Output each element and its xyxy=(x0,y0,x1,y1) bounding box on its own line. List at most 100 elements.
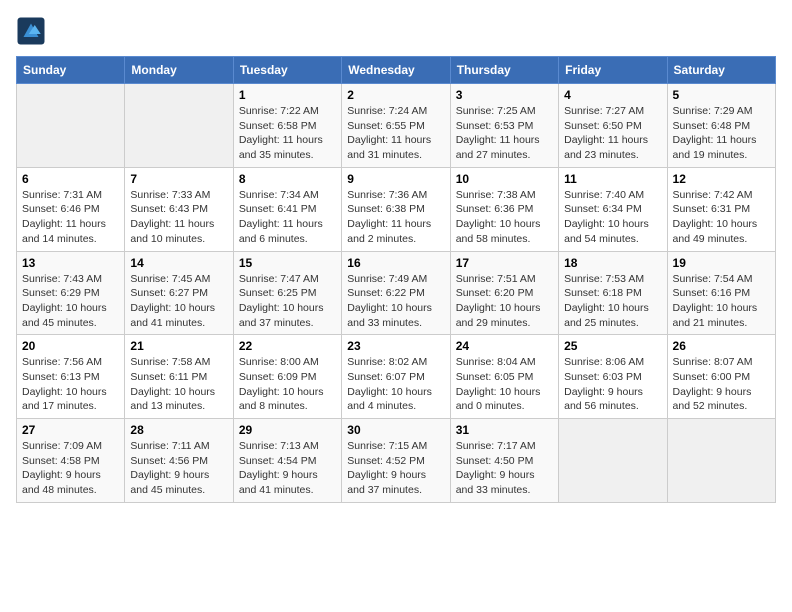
calendar-cell xyxy=(559,419,667,503)
day-detail: Sunrise: 7:09 AM Sunset: 4:58 PM Dayligh… xyxy=(22,439,119,498)
day-number: 27 xyxy=(22,423,119,437)
day-number: 30 xyxy=(347,423,444,437)
day-number: 25 xyxy=(564,339,661,353)
day-number: 17 xyxy=(456,256,553,270)
day-number: 23 xyxy=(347,339,444,353)
day-detail: Sunrise: 7:13 AM Sunset: 4:54 PM Dayligh… xyxy=(239,439,336,498)
day-number: 8 xyxy=(239,172,336,186)
calendar-cell: 21 Sunrise: 7:58 AM Sunset: 6:11 PM Dayli… xyxy=(125,335,233,419)
calendar-cell: 29Sunrise: 7:13 AM Sunset: 4:54 PM Dayli… xyxy=(233,419,341,503)
day-number: 7 xyxy=(130,172,227,186)
day-detail: Sunrise: 7:15 AM Sunset: 4:52 PM Dayligh… xyxy=(347,439,444,498)
calendar-week-row: 13 Sunrise: 7:43 AM Sunset: 6:29 PM Dayli… xyxy=(17,251,776,335)
logo xyxy=(16,16,50,46)
calendar-cell: 14 Sunrise: 7:45 AM Sunset: 6:27 PM Dayli… xyxy=(125,251,233,335)
day-number: 11 xyxy=(564,172,661,186)
day-detail: Sunrise: 7:51 AM Sunset: 6:20 PM Dayligh… xyxy=(456,272,553,331)
calendar-cell: 5 Sunrise: 7:29 AM Sunset: 6:48 PM Daylig… xyxy=(667,84,775,168)
day-detail: Sunrise: 7:49 AM Sunset: 6:22 PM Dayligh… xyxy=(347,272,444,331)
calendar-cell: 13 Sunrise: 7:43 AM Sunset: 6:29 PM Dayli… xyxy=(17,251,125,335)
calendar-cell: 11 Sunrise: 7:40 AM Sunset: 6:34 PM Dayli… xyxy=(559,167,667,251)
calendar-cell: 31 Sunrise: 7:17 AM Sunset: 4:50 PM Dayli… xyxy=(450,419,558,503)
calendar-cell xyxy=(17,84,125,168)
calendar-cell: 22 Sunrise: 8:00 AM Sunset: 6:09 PM Dayli… xyxy=(233,335,341,419)
day-detail: Sunrise: 7:56 AM Sunset: 6:13 PM Dayligh… xyxy=(22,355,119,414)
calendar-week-row: 27 Sunrise: 7:09 AM Sunset: 4:58 PM Dayli… xyxy=(17,419,776,503)
calendar-cell: 3 Sunrise: 7:25 AM Sunset: 6:53 PM Daylig… xyxy=(450,84,558,168)
calendar-cell: 16 Sunrise: 7:49 AM Sunset: 6:22 PM Dayli… xyxy=(342,251,450,335)
weekday-header: Sunday xyxy=(17,57,125,84)
weekday-header: Tuesday xyxy=(233,57,341,84)
day-number: 14 xyxy=(130,256,227,270)
day-detail: Sunrise: 7:40 AM Sunset: 6:34 PM Dayligh… xyxy=(564,188,661,247)
day-number: 3 xyxy=(456,88,553,102)
calendar-cell: 4 Sunrise: 7:27 AM Sunset: 6:50 PM Daylig… xyxy=(559,84,667,168)
calendar-cell: 1 Sunrise: 7:22 AM Sunset: 6:58 PM Daylig… xyxy=(233,84,341,168)
day-detail: Sunrise: 7:47 AM Sunset: 6:25 PM Dayligh… xyxy=(239,272,336,331)
calendar-table: SundayMondayTuesdayWednesdayThursdayFrid… xyxy=(16,56,776,503)
day-detail: Sunrise: 7:43 AM Sunset: 6:29 PM Dayligh… xyxy=(22,272,119,331)
day-number: 15 xyxy=(239,256,336,270)
day-detail: Sunrise: 7:22 AM Sunset: 6:58 PM Dayligh… xyxy=(239,104,336,163)
calendar-body: 1 Sunrise: 7:22 AM Sunset: 6:58 PM Daylig… xyxy=(17,84,776,503)
weekday-header: Saturday xyxy=(667,57,775,84)
day-number: 26 xyxy=(673,339,770,353)
day-detail: Sunrise: 7:31 AM Sunset: 6:46 PM Dayligh… xyxy=(22,188,119,247)
day-detail: Sunrise: 7:25 AM Sunset: 6:53 PM Dayligh… xyxy=(456,104,553,163)
calendar-cell: 20 Sunrise: 7:56 AM Sunset: 6:13 PM Dayli… xyxy=(17,335,125,419)
calendar-week-row: 1 Sunrise: 7:22 AM Sunset: 6:58 PM Daylig… xyxy=(17,84,776,168)
day-number: 21 xyxy=(130,339,227,353)
day-number: 6 xyxy=(22,172,119,186)
day-detail: Sunrise: 7:29 AM Sunset: 6:48 PM Dayligh… xyxy=(673,104,770,163)
page-header xyxy=(16,16,776,46)
calendar-cell: 26 Sunrise: 8:07 AM Sunset: 6:00 PM Dayli… xyxy=(667,335,775,419)
day-number: 4 xyxy=(564,88,661,102)
calendar-cell: 15 Sunrise: 7:47 AM Sunset: 6:25 PM Dayli… xyxy=(233,251,341,335)
calendar-cell xyxy=(125,84,233,168)
day-detail: Sunrise: 7:27 AM Sunset: 6:50 PM Dayligh… xyxy=(564,104,661,163)
day-number: 9 xyxy=(347,172,444,186)
calendar-cell: 30 Sunrise: 7:15 AM Sunset: 4:52 PM Dayli… xyxy=(342,419,450,503)
calendar-cell: 2Sunrise: 7:24 AM Sunset: 6:55 PM Daylig… xyxy=(342,84,450,168)
day-number: 24 xyxy=(456,339,553,353)
day-number: 12 xyxy=(673,172,770,186)
day-number: 5 xyxy=(673,88,770,102)
weekday-header: Friday xyxy=(559,57,667,84)
calendar-cell: 8 Sunrise: 7:34 AM Sunset: 6:41 PM Daylig… xyxy=(233,167,341,251)
day-number: 18 xyxy=(564,256,661,270)
day-detail: Sunrise: 7:58 AM Sunset: 6:11 PM Dayligh… xyxy=(130,355,227,414)
day-number: 22 xyxy=(239,339,336,353)
day-detail: Sunrise: 8:07 AM Sunset: 6:00 PM Dayligh… xyxy=(673,355,770,414)
day-detail: Sunrise: 8:06 AM Sunset: 6:03 PM Dayligh… xyxy=(564,355,661,414)
day-detail: Sunrise: 7:17 AM Sunset: 4:50 PM Dayligh… xyxy=(456,439,553,498)
calendar-cell: 10Sunrise: 7:38 AM Sunset: 6:36 PM Dayli… xyxy=(450,167,558,251)
day-number: 20 xyxy=(22,339,119,353)
day-number: 13 xyxy=(22,256,119,270)
calendar-cell: 28Sunrise: 7:11 AM Sunset: 4:56 PM Dayli… xyxy=(125,419,233,503)
day-detail: Sunrise: 7:33 AM Sunset: 6:43 PM Dayligh… xyxy=(130,188,227,247)
day-detail: Sunrise: 8:00 AM Sunset: 6:09 PM Dayligh… xyxy=(239,355,336,414)
day-detail: Sunrise: 8:04 AM Sunset: 6:05 PM Dayligh… xyxy=(456,355,553,414)
calendar-cell: 18Sunrise: 7:53 AM Sunset: 6:18 PM Dayli… xyxy=(559,251,667,335)
calendar-cell: 25 Sunrise: 8:06 AM Sunset: 6:03 PM Dayli… xyxy=(559,335,667,419)
calendar-header: SundayMondayTuesdayWednesdayThursdayFrid… xyxy=(17,57,776,84)
calendar-cell: 24 Sunrise: 8:04 AM Sunset: 6:05 PM Dayli… xyxy=(450,335,558,419)
day-detail: Sunrise: 7:34 AM Sunset: 6:41 PM Dayligh… xyxy=(239,188,336,247)
day-detail: Sunrise: 7:42 AM Sunset: 6:31 PM Dayligh… xyxy=(673,188,770,247)
day-detail: Sunrise: 8:02 AM Sunset: 6:07 PM Dayligh… xyxy=(347,355,444,414)
day-number: 16 xyxy=(347,256,444,270)
day-detail: Sunrise: 7:11 AM Sunset: 4:56 PM Dayligh… xyxy=(130,439,227,498)
day-number: 31 xyxy=(456,423,553,437)
weekday-header: Wednesday xyxy=(342,57,450,84)
day-number: 1 xyxy=(239,88,336,102)
weekday-header: Thursday xyxy=(450,57,558,84)
day-detail: Sunrise: 7:38 AM Sunset: 6:36 PM Dayligh… xyxy=(456,188,553,247)
calendar-cell: 12 Sunrise: 7:42 AM Sunset: 6:31 PM Dayli… xyxy=(667,167,775,251)
calendar-cell: 17 Sunrise: 7:51 AM Sunset: 6:20 PM Dayli… xyxy=(450,251,558,335)
weekday-header: Monday xyxy=(125,57,233,84)
day-detail: Sunrise: 7:45 AM Sunset: 6:27 PM Dayligh… xyxy=(130,272,227,331)
header-row: SundayMondayTuesdayWednesdayThursdayFrid… xyxy=(17,57,776,84)
calendar-week-row: 6 Sunrise: 7:31 AM Sunset: 6:46 PM Daylig… xyxy=(17,167,776,251)
day-number: 19 xyxy=(673,256,770,270)
calendar-cell: 19Sunrise: 7:54 AM Sunset: 6:16 PM Dayli… xyxy=(667,251,775,335)
